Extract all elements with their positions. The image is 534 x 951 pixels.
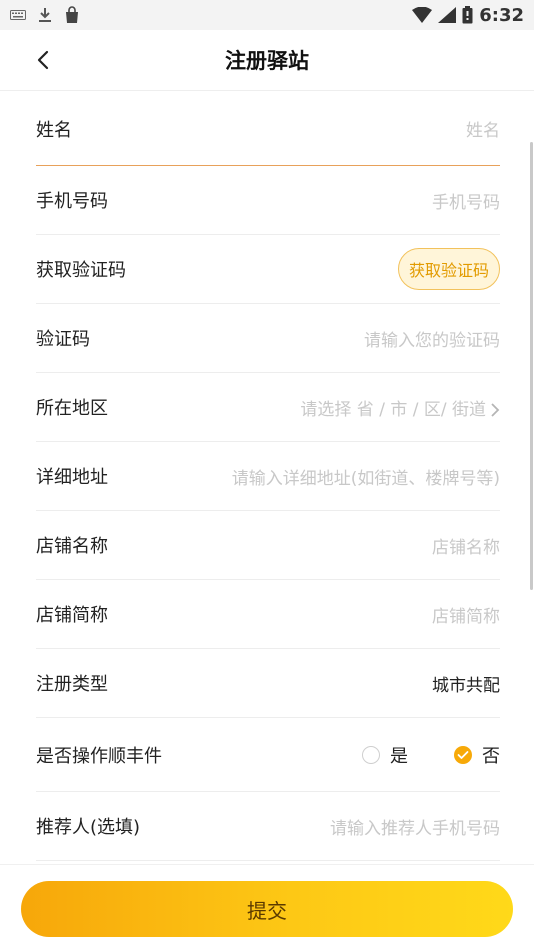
app-bar: 注册驿站 [0,30,534,91]
scrollbar[interactable] [530,142,533,590]
store-short-row[interactable]: 店铺简称 店铺简称 [36,580,500,649]
radio-unchecked-icon [362,745,380,764]
get-code-label: 获取验证码 [36,260,126,281]
status-time: 6:32 [479,4,524,26]
status-bar: 6:32 [0,0,534,30]
chevron-right-icon [491,402,500,417]
wifi-icon [412,7,433,23]
store-name-row[interactable]: 店铺名称 店铺名称 [36,511,500,580]
region-label: 所在地区 [36,398,108,419]
store-name-input[interactable]: 店铺名称 [432,533,500,558]
name-row[interactable]: 姓名 姓名 [36,92,500,166]
region-select[interactable]: 请选择 省 / 市 / 区/ 街道 [300,395,500,420]
signal-icon [438,7,457,23]
phone-input[interactable]: 手机号码 [432,188,500,213]
battery-icon [462,6,473,24]
radio-checked-icon [454,745,472,764]
sf-parcel-radio-group: 是 否 [362,742,500,768]
radio-option-no[interactable]: 否 [454,742,500,768]
code-input[interactable]: 请输入您的验证码 [364,326,500,351]
shopping-bag-icon [66,6,78,23]
store-short-label: 店铺简称 [36,605,108,626]
code-label: 验证码 [36,329,90,350]
keyboard-icon [10,10,26,20]
referrer-row[interactable]: 推荐人(选填) 请输入推荐人手机号码 [36,792,500,861]
back-arrow-icon[interactable] [30,44,62,76]
store-name-label: 店铺名称 [36,536,108,557]
referrer-input[interactable]: 请输入推荐人手机号码 [330,814,500,839]
phone-row[interactable]: 手机号码 手机号码 [36,166,500,235]
check-icon [457,750,469,759]
download-icon [39,8,51,22]
name-label: 姓名 [36,119,72,141]
bottom-bar: 提交 [0,864,534,951]
reg-type-label: 注册类型 [36,674,108,695]
phone-label: 手机号码 [36,191,108,212]
address-row[interactable]: 详细地址 请输入详细地址(如街道、楼牌号等) [36,442,500,511]
reg-type-row[interactable]: 注册类型 城市共配 [36,649,500,718]
radio-label-no: 否 [482,745,500,767]
reg-type-value[interactable]: 城市共配 [432,671,500,696]
radio-option-yes[interactable]: 是 [362,742,408,768]
code-row[interactable]: 验证码 请输入您的验证码 [36,304,500,373]
region-row[interactable]: 所在地区 请选择 省 / 市 / 区/ 街道 [36,373,500,442]
address-input[interactable]: 请输入详细地址(如街道、楼牌号等) [232,464,500,489]
get-code-button[interactable]: 获取验证码 [397,248,500,290]
sf-parcel-label: 是否操作顺丰件 [36,745,162,767]
region-placeholder: 请选择 省 / 市 / 区/ 街道 [300,399,486,420]
referrer-label: 推荐人(选填) [36,817,141,838]
sf-parcel-row: 是否操作顺丰件 是 否 [36,718,500,792]
get-code-row: 获取验证码 获取验证码 [36,235,500,304]
submit-button[interactable]: 提交 [21,881,513,937]
name-input[interactable]: 姓名 [466,116,500,141]
page-title: 注册驿站 [225,49,309,73]
address-label: 详细地址 [36,467,108,488]
radio-label-yes: 是 [390,745,408,767]
store-short-input[interactable]: 店铺简称 [432,602,500,627]
registration-form: 姓名 姓名 手机号码 手机号码 获取验证码 获取验证码 验证码 请输入您的验证码… [36,92,500,861]
